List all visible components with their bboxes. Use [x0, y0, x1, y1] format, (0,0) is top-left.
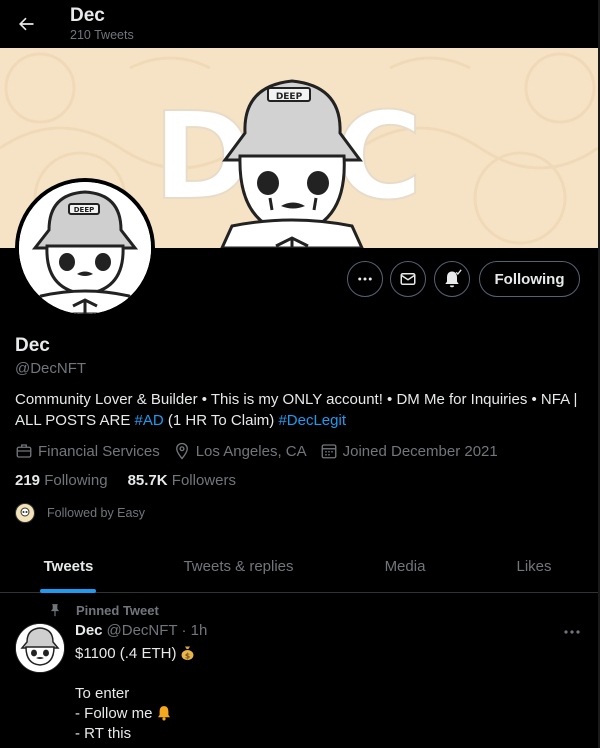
- pin-icon: [50, 604, 60, 617]
- back-button[interactable]: [10, 8, 42, 40]
- profile-bio: Community Lover & Builder • This is my O…: [15, 389, 585, 431]
- banner-hat-label: DEEP: [276, 92, 303, 102]
- followed-by-text: Followed by Easy: [47, 506, 145, 520]
- tab-tweets-replies-label: Tweets & replies: [183, 558, 294, 575]
- tweet-line1-text: $1100 (.4 ETH): [75, 645, 177, 662]
- location-pin-icon: [175, 442, 188, 460]
- tweet-more-button[interactable]: [560, 622, 584, 642]
- more-button[interactable]: [347, 261, 383, 297]
- tweet-avatar-image: [16, 624, 64, 672]
- more-icon: [564, 630, 580, 634]
- profile-joined: Joined December 2021: [320, 442, 498, 460]
- message-button[interactable]: [390, 261, 426, 297]
- tab-media-label: Media: [384, 558, 426, 575]
- profile-name: Dec: [15, 335, 50, 356]
- tweet-author-name[interactable]: Dec: [75, 622, 103, 639]
- tweet-line3-text: - Follow me: [75, 705, 153, 722]
- bio-hashtag-declegit[interactable]: #DecLegit: [278, 412, 346, 429]
- profile-category: Financial Services: [15, 442, 160, 460]
- avatar-hat-label: DEEP: [74, 206, 95, 214]
- profile-location: Los Angeles, CA: [173, 442, 307, 460]
- followed-by[interactable]: Followed by Easy: [15, 502, 145, 524]
- followers-stat-label: Followers: [171, 472, 236, 489]
- bell-icon: [445, 269, 462, 288]
- tab-likes-label: Likes: [516, 558, 552, 575]
- following-stat-label: Following: [44, 472, 108, 489]
- tab-tweets-label: Tweets: [43, 558, 94, 575]
- bell-emoji-icon: [156, 704, 172, 727]
- profile-handle: @DecNFT: [15, 360, 87, 377]
- tab-media[interactable]: Media: [340, 540, 470, 593]
- followers-stat[interactable]: 85.7K Followers: [128, 472, 236, 489]
- profile-stats: 219 Following 85.7K Followers: [15, 472, 256, 489]
- header-title: Dec: [70, 5, 105, 26]
- notify-button[interactable]: [434, 261, 470, 297]
- tab-tweets[interactable]: Tweets: [0, 540, 137, 593]
- followers-count: 85.7K: [127, 472, 168, 489]
- tweet-header: Dec @DecNFT · 1h: [75, 622, 207, 639]
- profile-avatar[interactable]: DEEP: [15, 178, 155, 318]
- briefcase-icon: [16, 444, 32, 458]
- pinned-indicator: Pinned Tweet: [48, 601, 159, 619]
- money-bag-icon: $: [179, 644, 196, 667]
- category-label: Financial Services: [38, 442, 160, 460]
- tab-active-indicator: [40, 589, 96, 593]
- joined-label: Joined December 2021: [342, 442, 498, 460]
- location-label: Los Angeles, CA: [195, 442, 307, 460]
- follower-avatar: [15, 503, 35, 523]
- tweet-avatar[interactable]: [15, 623, 65, 673]
- pinned-label: Pinned Tweet: [76, 602, 159, 618]
- tweet-count: 210 Tweets: [70, 28, 134, 42]
- tweet-text-line1: $1100 (.4 ETH) $: [75, 644, 196, 667]
- bio-hashtag-ad[interactable]: #AD: [135, 412, 164, 429]
- arrow-left-icon: [19, 17, 34, 31]
- profile-meta: Financial Services Los Angeles, CA Joine…: [15, 440, 511, 462]
- tab-likes[interactable]: Likes: [470, 540, 598, 593]
- bio-text-2: (1 HR To Claim): [163, 412, 279, 429]
- tab-tweets-replies[interactable]: Tweets & replies: [137, 540, 340, 593]
- avatar-image: DEEP: [19, 182, 151, 314]
- more-icon: [358, 277, 372, 281]
- tweet-author-handle[interactable]: @DecNFT · 1h: [107, 622, 208, 639]
- svg-text:$: $: [185, 651, 190, 660]
- calendar-icon: [321, 444, 337, 459]
- profile-tabs: Tweets Tweets & replies Media Likes: [0, 540, 598, 593]
- profile-header: Dec 210 Tweets: [0, 0, 600, 48]
- following-stat[interactable]: 219 Following: [15, 472, 108, 489]
- following-button[interactable]: Following: [479, 261, 580, 297]
- tweet-text-line2: To enter: [75, 685, 130, 702]
- mail-icon: [400, 273, 416, 285]
- following-count: 219: [15, 472, 41, 489]
- tweet-text-line4: - RT this: [75, 725, 132, 742]
